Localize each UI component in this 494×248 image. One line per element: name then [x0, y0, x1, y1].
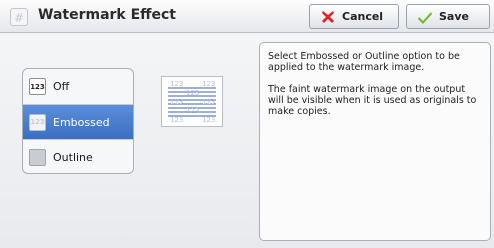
option-label: Outline	[53, 150, 93, 164]
svg-text:123: 123	[170, 98, 183, 106]
info-panel: Select Embossed or Outline option to be …	[259, 42, 491, 241]
save-button[interactable]: Save	[406, 4, 490, 29]
watermark-options: 123 Off 123 Embossed 123 Outline	[22, 68, 134, 174]
option-label: Off	[53, 80, 70, 93]
svg-text:123: 123	[186, 89, 199, 97]
title-bar: # Watermark Effect Cancel Save	[0, 0, 494, 33]
option-embossed[interactable]: 123 Embossed	[23, 104, 133, 139]
option-label: Embossed	[53, 115, 110, 129]
svg-text:123: 123	[186, 107, 199, 115]
option-outline[interactable]: 123 Outline	[23, 139, 133, 173]
svg-text:123: 123	[202, 98, 215, 106]
save-label: Save	[439, 10, 469, 23]
info-text-1: Select Embossed or Outline option to be …	[268, 51, 460, 73]
svg-text:#: #	[14, 11, 24, 25]
watermark-icon: #	[10, 8, 28, 26]
option-off[interactable]: 123 Off	[23, 69, 133, 104]
svg-text:123: 123	[170, 116, 183, 124]
page-title: Watermark Effect	[38, 7, 176, 23]
badge-icon: 123	[29, 78, 46, 95]
svg-text:123: 123	[170, 80, 183, 88]
checkmark-icon	[418, 11, 432, 24]
svg-text:123: 123	[202, 80, 215, 88]
embossed-watermark-preview-icon: 123 123 123 123 123 123 123 123	[161, 76, 223, 127]
svg-text:123: 123	[202, 116, 215, 124]
badge-icon: 123	[29, 113, 46, 131]
badge-icon: 123	[29, 148, 46, 166]
cancel-icon	[322, 10, 334, 23]
info-text-2: The faint watermark image on the output …	[268, 84, 477, 117]
cancel-button[interactable]: Cancel	[309, 4, 399, 29]
cancel-label: Cancel	[342, 10, 384, 23]
